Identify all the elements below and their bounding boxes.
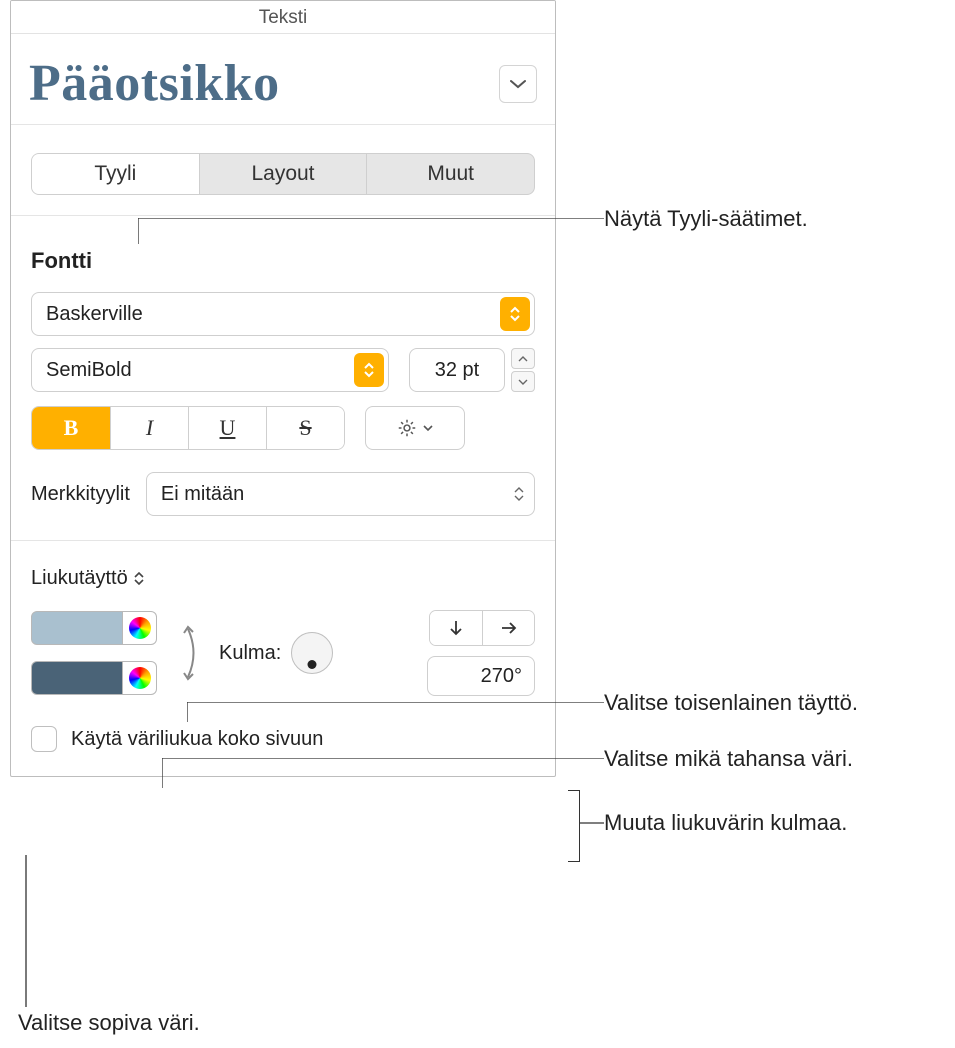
paragraph-style-menu-button[interactable] (499, 65, 537, 103)
tab-style[interactable]: Tyyli (32, 154, 199, 194)
text-style-group: B I U S (31, 406, 345, 450)
callout-fill-type: Valitse toisenlainen täyttö. (604, 690, 858, 716)
gear-icon (396, 417, 418, 439)
direction-vertical-button[interactable] (430, 611, 482, 645)
gradient-color-1-well[interactable] (31, 611, 123, 645)
colorwheel-icon (129, 617, 151, 639)
gradient-color-1-picker[interactable] (123, 611, 157, 645)
direction-horizontal-button[interactable] (482, 611, 534, 645)
advanced-options-button[interactable] (365, 406, 465, 450)
popup-arrows-icon (514, 487, 524, 501)
callout-any-color: Valitse mikä tahansa väri. (604, 746, 853, 772)
font-family-value: Baskerville (46, 303, 143, 326)
popup-arrows-icon (354, 353, 384, 387)
angle-value: 270° (481, 665, 522, 688)
swap-colors-button[interactable] (173, 623, 203, 683)
font-family-popup[interactable]: Baskerville (31, 292, 535, 336)
gradient-direction-group (429, 610, 535, 646)
font-weight-popup[interactable]: SemiBold (31, 348, 389, 392)
char-styles-popup[interactable]: Ei mitään (146, 472, 535, 516)
colorwheel-icon (129, 667, 151, 689)
gradient-color-2-row (31, 661, 157, 695)
italic-button[interactable]: I (110, 407, 188, 449)
tab-more[interactable]: Muut (366, 154, 534, 194)
char-styles-value: Ei mitään (161, 483, 244, 506)
tab-layout[interactable]: Layout (199, 154, 367, 194)
callout-style-controls: Näytä Tyyli-säätimet. (604, 206, 808, 232)
stepper-down-icon[interactable] (511, 371, 535, 392)
angle-dial[interactable] (291, 632, 333, 674)
font-weight-value: SemiBold (46, 359, 132, 382)
paragraph-style-row: Pääotsikko (11, 34, 555, 125)
fill-type-popup[interactable]: Liukutäyttö (31, 567, 535, 590)
popup-arrows-icon (500, 297, 530, 331)
strike-button[interactable]: S (266, 407, 344, 449)
gradient-color-2-picker[interactable] (123, 661, 157, 695)
font-size-value: 32 pt (435, 359, 479, 382)
font-heading: Fontti (31, 248, 535, 274)
text-inspector-panel: Teksti Pääotsikko Tyyli Layout Muut Font… (10, 0, 556, 777)
chevron-down-icon (422, 424, 434, 432)
char-styles-label: Merkkityylit (31, 483, 130, 506)
swap-icon (175, 623, 201, 683)
popup-arrows-icon (134, 572, 144, 585)
full-page-gradient-label: Käytä väriliukua koko sivuun (71, 728, 323, 751)
paragraph-style-name[interactable]: Pääotsikko (29, 58, 280, 110)
angle-field[interactable]: 270° (427, 656, 535, 696)
arrow-right-icon (500, 620, 518, 636)
font-size-stepper[interactable] (511, 348, 535, 392)
chevron-down-icon (510, 79, 526, 89)
callout-matching-color: Valitse sopiva väri. (18, 1010, 200, 1036)
gradient-color-2-well[interactable] (31, 661, 123, 695)
full-page-gradient-checkbox[interactable] (31, 726, 57, 752)
tab-bar: Tyyli Layout Muut (11, 125, 555, 216)
bold-button[interactable]: B (32, 407, 110, 449)
panel-title: Teksti (11, 1, 555, 34)
angle-label: Kulma: (219, 642, 281, 665)
arrow-down-icon (448, 619, 464, 637)
stepper-up-icon[interactable] (511, 348, 535, 369)
fill-type-label: Liukutäyttö (31, 567, 128, 590)
font-size-field[interactable]: 32 pt (409, 348, 505, 392)
underline-button[interactable]: U (188, 407, 266, 449)
callout-angle: Muuta liukuvärin kulmaa. (604, 810, 847, 836)
gradient-color-1-row (31, 611, 157, 645)
font-section: Fontti Baskerville SemiBold 32 pt (11, 216, 555, 700)
